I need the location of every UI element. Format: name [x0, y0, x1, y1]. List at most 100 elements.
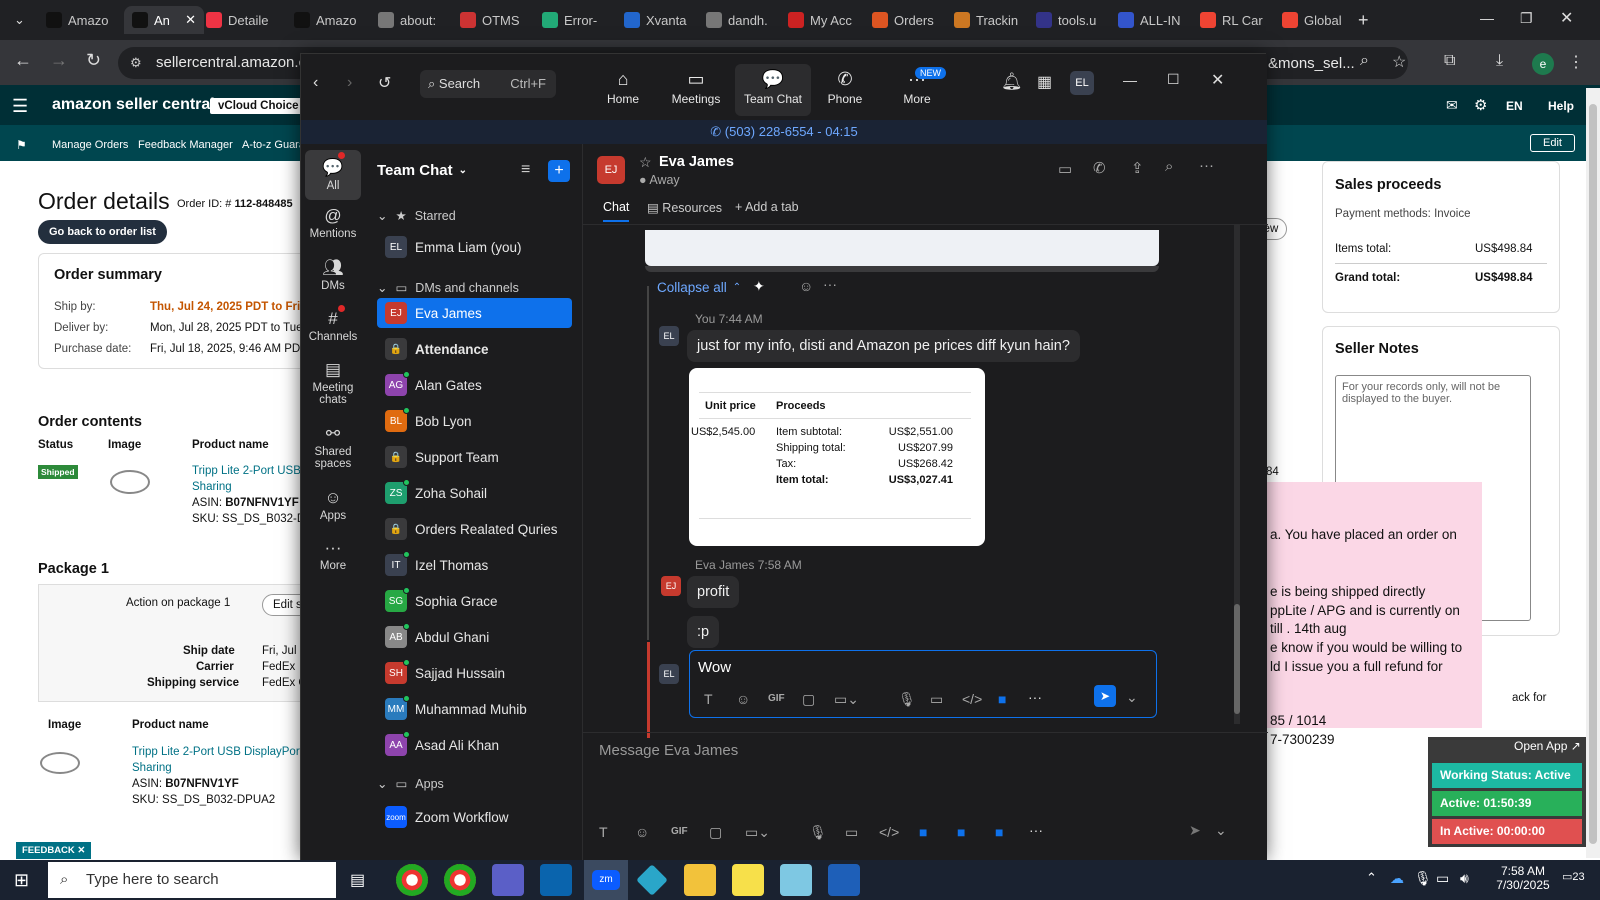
- code-icon[interactable]: </>: [962, 691, 982, 707]
- docs-icon[interactable]: ■: [995, 824, 1003, 840]
- store-selector[interactable]: vCloud Choice: [210, 98, 307, 114]
- browser-tab[interactable]: Amazo: [38, 6, 118, 34]
- tab-team-chat[interactable]: 💬 Team Chat: [735, 64, 811, 116]
- compose-input[interactable]: Message Eva James: [599, 742, 738, 759]
- rail-meeting-chats[interactable]: ▤ Meeting chats: [305, 358, 361, 406]
- notification-center[interactable]: ▭23: [1562, 870, 1585, 883]
- product-link-2[interactable]: Tripp Lite 2-Port USB DisplayPort: [132, 746, 303, 758]
- zoom-app-icon[interactable]: zm: [592, 870, 620, 890]
- chat-list-item[interactable]: ZS Zoha Sohail: [377, 478, 572, 508]
- rail-channels[interactable]: # Channels: [305, 307, 361, 343]
- app-list-item[interactable]: zoom Zoom Workflow: [377, 802, 572, 832]
- emoji-icon[interactable]: ☺: [736, 691, 750, 707]
- send-disabled-icon[interactable]: ➤: [1189, 822, 1201, 839]
- browser-tab[interactable]: Xvanta: [616, 6, 696, 34]
- chat-list-item[interactable]: EJ Eva James: [377, 298, 572, 328]
- new-chat-button[interactable]: +: [548, 160, 570, 182]
- microphone-icon[interactable]: 🎙︎: [809, 824, 827, 841]
- volume-icon[interactable]: 🔊︎: [1460, 870, 1469, 887]
- chat-list-item[interactable]: 🔒 Attendance: [377, 334, 572, 364]
- chat-list-item[interactable]: SH Sajjad Hussain: [377, 658, 572, 688]
- browser-tab[interactable]: about:: [370, 6, 450, 34]
- profile-avatar[interactable]: e: [1532, 53, 1554, 75]
- send-options-icon[interactable]: ⌄: [1126, 689, 1138, 706]
- microphone-icon[interactable]: 🎙︎: [898, 691, 916, 708]
- contact-avatar[interactable]: EJ: [597, 156, 625, 184]
- zoom-search-box[interactable]: ⌕ Search Ctrl+F: [420, 70, 556, 98]
- browser-tab[interactable]: ALL-IN: [1110, 6, 1190, 34]
- zoom-app-icon[interactable]: ■: [919, 824, 927, 840]
- download-icon[interactable]: ⤓: [1496, 52, 1503, 70]
- send-button[interactable]: ➤: [1094, 685, 1116, 707]
- contact-name[interactable]: Eva James: [659, 154, 734, 170]
- phone-call-icon[interactable]: ✆: [1093, 159, 1106, 177]
- browser-tab[interactable]: Detaile: [198, 6, 278, 34]
- zoom-forward-icon[interactable]: ›: [347, 74, 352, 92]
- product-thumbnail[interactable]: [110, 470, 150, 494]
- forward-arrow-icon[interactable]: →: [50, 50, 68, 71]
- browser-tab[interactable]: Amazo: [286, 6, 366, 34]
- tray-chevron-up-icon[interactable]: ⌃: [1366, 870, 1377, 886]
- browser-tab[interactable]: dandh.: [698, 6, 778, 34]
- edit-message-box[interactable]: Wow T ☺ GIF ▢ ▭⌄ 🎙︎ ▭ </> ■ ··· ➤ ⌄: [689, 650, 1157, 718]
- close-icon[interactable]: ✕: [1560, 8, 1573, 28]
- message-more-icon[interactable]: ···: [823, 276, 837, 292]
- zoom-back-icon[interactable]: ‹: [313, 74, 318, 92]
- open-app-button[interactable]: Open App ↗: [1514, 739, 1581, 753]
- file-icon[interactable]: ▢: [709, 824, 722, 841]
- chat-list-item[interactable]: 🔒 Orders Realated Quries: [377, 514, 572, 544]
- chrome-app-icon[interactable]: [396, 864, 428, 896]
- video-call-icon[interactable]: ▭: [1058, 160, 1072, 178]
- hamburger-icon[interactable]: ☰: [12, 96, 28, 117]
- gif-icon[interactable]: GIF: [768, 693, 785, 704]
- reload-icon[interactable]: ↻: [86, 50, 101, 71]
- chat-list-item[interactable]: AG Alan Gates: [377, 370, 572, 400]
- chat-options-icon[interactable]: ···: [1199, 157, 1214, 174]
- add-tab-button[interactable]: + Add a tab: [735, 200, 799, 214]
- bookmark-pin-icon[interactable]: ⚑: [16, 138, 27, 152]
- text-format-icon[interactable]: T: [704, 691, 713, 707]
- ai-sparkle-icon[interactable]: ✦: [753, 278, 765, 295]
- screenshot-icon[interactable]: ▭⌄: [834, 691, 859, 708]
- restore-icon[interactable]: ❐: [1520, 10, 1533, 27]
- zoom-minimize-icon[interactable]: —: [1123, 72, 1137, 88]
- nav-manage-orders[interactable]: Manage Orders: [52, 139, 128, 151]
- browser-tab[interactable]: tools.u: [1028, 6, 1108, 34]
- chat-list-item[interactable]: 🔒 Support Team: [377, 442, 572, 472]
- proceeds-table-image[interactable]: Unit price Proceeds US$2,545.00 Item sub…: [689, 368, 985, 546]
- filter-icon[interactable]: ≡: [521, 161, 530, 179]
- network-icon[interactable]: ▭: [1436, 870, 1449, 887]
- bell-icon[interactable]: 🔔︎: [1001, 72, 1023, 92]
- browser-tab[interactable]: OTMS: [452, 6, 532, 34]
- onedrive-icon[interactable]: ☁: [1390, 870, 1404, 887]
- nav-atoz[interactable]: A-to-z Guara: [242, 139, 305, 151]
- chat-list-item[interactable]: BL Bob Lyon: [377, 406, 572, 436]
- browser-tab[interactable]: RL Car: [1192, 6, 1272, 34]
- chat-list-item[interactable]: SG Sophia Grace: [377, 586, 572, 616]
- windows-start-icon[interactable]: ⊞: [14, 870, 29, 891]
- browser-tab[interactable]: Trackin: [946, 6, 1026, 34]
- taskbar-search[interactable]: ⌕ Type here to search: [48, 862, 336, 898]
- chrome-profile-app-icon[interactable]: [444, 864, 476, 896]
- chat-list-item[interactable]: EL Emma Liam (you): [377, 232, 572, 262]
- product-link[interactable]: Tripp Lite 2-Port USB: [192, 465, 301, 477]
- starred-section[interactable]: ⌄ ★ Starred: [377, 208, 456, 224]
- toolbar-more-icon[interactable]: ···: [1029, 822, 1043, 838]
- menu-dots-icon[interactable]: ⋮: [1568, 52, 1584, 72]
- active-call-bar[interactable]: ✆ (503) 228-6554 - 04:15: [301, 120, 1267, 144]
- zoom-close-icon[interactable]: ✕: [1211, 70, 1224, 90]
- file-explorer-icon[interactable]: [684, 864, 716, 896]
- task-view-icon[interactable]: ▤: [350, 870, 365, 890]
- back-to-orders-button[interactable]: Go back to order list: [38, 220, 167, 244]
- screenshot-icon[interactable]: ▭⌄: [745, 824, 770, 841]
- tab-search-button[interactable]: ⌄: [6, 6, 34, 34]
- tab-home[interactable]: ⌂ Home: [585, 64, 661, 116]
- video-message-icon[interactable]: ▭: [930, 691, 943, 708]
- help-link[interactable]: Help: [1548, 99, 1574, 113]
- text-format-icon[interactable]: T: [599, 824, 608, 840]
- rail-shared-spaces[interactable]: ⚯ Shared spaces: [305, 422, 361, 470]
- edit-nav-button[interactable]: Edit: [1530, 134, 1575, 152]
- close-tab-icon[interactable]: ✕: [185, 12, 196, 28]
- add-reaction-icon[interactable]: ☺: [799, 278, 813, 294]
- message-bubble[interactable]: :p: [687, 616, 720, 648]
